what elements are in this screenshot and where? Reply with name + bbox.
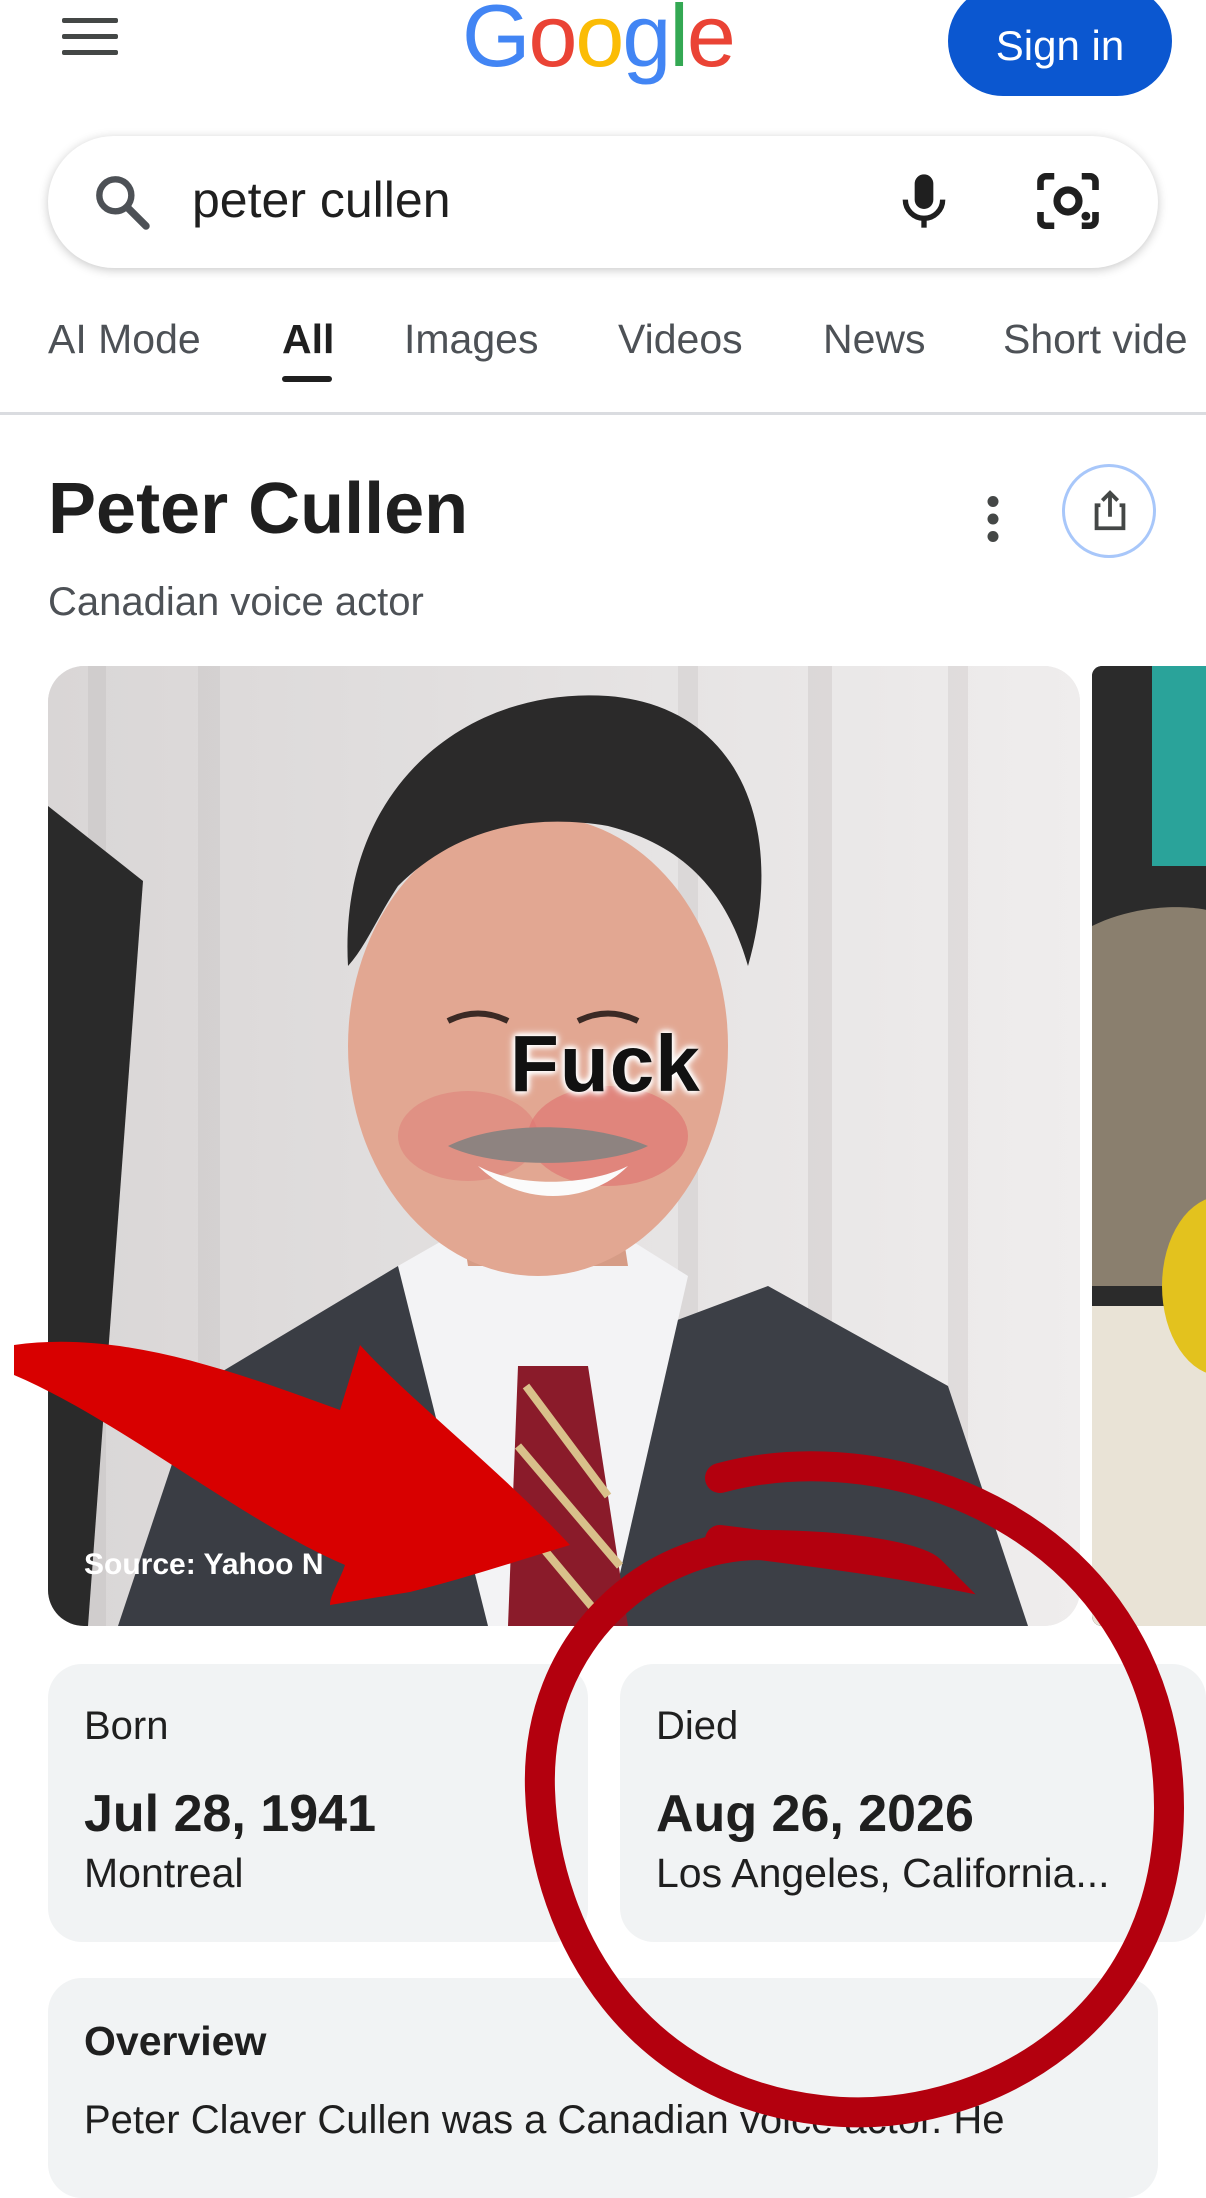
overview-card[interactable] bbox=[48, 1978, 1158, 2198]
overview-heading: Overview bbox=[84, 2018, 267, 2064]
tab-ai-mode[interactable]: AI Mode bbox=[48, 316, 201, 363]
search-tabs: AI Mode All Images Videos News Short vid… bbox=[0, 300, 1206, 415]
google-lens-icon[interactable] bbox=[1032, 168, 1104, 234]
more-options-icon[interactable] bbox=[978, 494, 1008, 544]
secondary-photo[interactable] bbox=[1092, 666, 1206, 1626]
died-card[interactable]: Died Aug 26, 2026 Los Angeles, Californi… bbox=[620, 1664, 1206, 1942]
died-label: Died bbox=[656, 1704, 739, 1748]
tab-images[interactable]: Images bbox=[404, 316, 538, 363]
born-label: Born bbox=[84, 1704, 169, 1748]
entity-title: Peter Cullen bbox=[48, 469, 469, 549]
peter-cullen-photo bbox=[48, 666, 1080, 1626]
born-date: Jul 28, 1941 bbox=[84, 1785, 376, 1843]
tab-videos[interactable]: Videos bbox=[618, 316, 743, 363]
born-card[interactable]: Born Jul 28, 1941 Montreal bbox=[48, 1664, 588, 1942]
main-menu-icon[interactable] bbox=[62, 18, 118, 58]
image-source-label: Source: Yahoo N bbox=[84, 1548, 324, 1581]
sign-in-button[interactable]: Sign in bbox=[948, 0, 1172, 96]
active-tab-indicator bbox=[282, 376, 332, 382]
born-place: Montreal bbox=[84, 1850, 244, 1896]
died-place: Los Angeles, California... bbox=[656, 1850, 1110, 1896]
microphone-icon[interactable] bbox=[892, 168, 956, 234]
secondary-photo-image bbox=[1092, 666, 1206, 1626]
overlay-caption: Fuck bbox=[510, 1019, 701, 1108]
search-icon[interactable] bbox=[90, 170, 154, 234]
tab-all[interactable]: All bbox=[282, 316, 334, 363]
share-icon bbox=[1094, 490, 1126, 531]
tab-short-videos[interactable]: Short vide bbox=[1003, 316, 1188, 363]
died-date: Aug 26, 2026 bbox=[656, 1785, 974, 1843]
entity-description: Canadian voice actor bbox=[48, 580, 424, 624]
overview-text: Peter Claver Cullen was a Canadian voice… bbox=[84, 2098, 1005, 2142]
entity-photo[interactable] bbox=[48, 666, 1080, 1626]
share-button[interactable] bbox=[1062, 464, 1156, 558]
google-logo[interactable]: Google bbox=[462, 0, 736, 80]
tab-news[interactable]: News bbox=[823, 316, 926, 363]
search-input[interactable]: peter cullen bbox=[192, 168, 451, 232]
